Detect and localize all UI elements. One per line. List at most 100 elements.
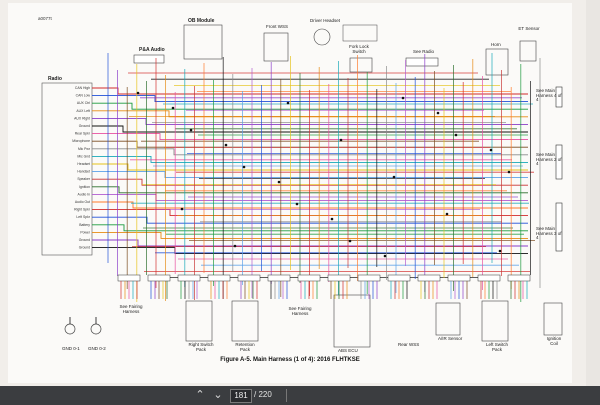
radio-pin-label: AUX Left bbox=[76, 109, 90, 113]
air-sensor-label: A/IR Sensor bbox=[438, 336, 463, 341]
prev-page-button[interactable]: ⌃ bbox=[192, 389, 208, 402]
et-sensor-label: ET Sensor bbox=[518, 26, 540, 31]
splice-dot bbox=[489, 148, 493, 152]
splice-dot bbox=[445, 212, 449, 216]
ground-symbol bbox=[64, 323, 76, 335]
chevron-down-icon: ⌄ bbox=[213, 389, 223, 401]
radio-pin-label: Speaker bbox=[77, 177, 90, 181]
splice-dot bbox=[171, 106, 175, 110]
pa-audio-label: P&A Audio bbox=[139, 47, 165, 53]
splice-dot bbox=[392, 175, 396, 179]
bottom-connector bbox=[447, 274, 471, 282]
gnd-2-label: GND 0-2 bbox=[88, 346, 106, 351]
splice-dot bbox=[277, 180, 281, 184]
rear-wss-label: Rear WSS bbox=[398, 342, 420, 347]
retention-pack-label: Retention Pack bbox=[235, 342, 255, 352]
bottom-connector bbox=[417, 274, 441, 282]
left-switch-box bbox=[481, 300, 509, 342]
splice-dot bbox=[383, 254, 387, 258]
bottom-connector bbox=[267, 274, 291, 282]
bottom-connector bbox=[327, 274, 351, 282]
air-sensor-box bbox=[435, 302, 461, 336]
splice-dot bbox=[286, 101, 290, 105]
radio-pin-label: Right Spkr bbox=[74, 208, 91, 212]
splice-dot bbox=[242, 165, 246, 169]
radio-pin-label: Audio Out bbox=[75, 200, 90, 204]
see-fairing-harness-label-2: See Fairing Harness bbox=[288, 306, 312, 316]
bottom-connector bbox=[477, 274, 501, 282]
ob-module-box bbox=[183, 24, 223, 60]
radio-pin-label: Headset bbox=[77, 162, 90, 166]
splice-dot bbox=[401, 96, 405, 100]
splice-dot bbox=[436, 111, 440, 115]
radio-pin-label: Left Spkr bbox=[76, 215, 90, 219]
bottom-connector bbox=[507, 274, 531, 282]
page-count: / 220 bbox=[254, 390, 272, 399]
pa-audio-connector bbox=[133, 54, 165, 64]
radio-pin-label: CAN Low bbox=[76, 94, 91, 98]
radio-pin-label: Power bbox=[80, 230, 90, 234]
radio-pin-label: Mic Gnd bbox=[77, 154, 90, 158]
radio-pin-label: Audio In bbox=[78, 192, 91, 196]
see-fairing-harness-label-1: See Fairing Harness bbox=[119, 304, 143, 314]
ignition-coil-box bbox=[543, 302, 563, 336]
splice-dot bbox=[189, 128, 193, 132]
bottom-connector bbox=[387, 274, 411, 282]
radio-pin-label: Mic Pwr bbox=[78, 147, 91, 151]
wiring-diagram: CAN High CAN Low AUX Ctrl AUX Left AUX Right… bbox=[41, 24, 563, 348]
splice-dot bbox=[507, 170, 511, 174]
radio-pin-label: Battery bbox=[79, 223, 90, 227]
bottom-connector bbox=[297, 274, 321, 282]
front-wss-box bbox=[263, 32, 289, 62]
bottom-connector bbox=[117, 274, 141, 282]
abs-ecu-label: ABS ECU bbox=[338, 348, 358, 353]
left-switch-pack-label: Left Switch Pack bbox=[485, 342, 508, 352]
horn-box bbox=[485, 48, 509, 76]
splice-dot bbox=[330, 217, 334, 221]
page-gutter bbox=[586, 0, 600, 386]
bottom-connector bbox=[237, 274, 261, 282]
bottom-connector bbox=[357, 274, 381, 282]
see-main-4of4-label: See Main Harness 4 of 4 bbox=[536, 88, 562, 102]
next-page-button[interactable]: ⌄ bbox=[210, 389, 226, 402]
et-sensor-box bbox=[519, 40, 537, 62]
right-switch-pack-label: Right Switch Pack bbox=[188, 342, 214, 352]
radio-pin-label: Ignition bbox=[79, 185, 90, 189]
document-id: a0077t bbox=[38, 16, 52, 21]
toolbar-divider bbox=[286, 389, 287, 402]
radio-pin-label: Ground bbox=[79, 124, 90, 128]
radio-pin-label: AUX Ctrl bbox=[77, 101, 90, 105]
fork-lock-box bbox=[349, 57, 373, 73]
radio-pin-label: Ground bbox=[79, 238, 90, 242]
bottom-connector bbox=[207, 274, 231, 282]
diagram-sheet: CAN High CAN Low AUX Ctrl AUX Left AUX Right… bbox=[8, 3, 572, 383]
bottom-connector bbox=[147, 274, 171, 282]
splice-dot bbox=[136, 91, 140, 95]
see-main-3of4-label: See Main Harness 3 of 4 bbox=[536, 226, 562, 240]
radio-pin-label: Handset bbox=[77, 170, 90, 174]
headset-pin-table bbox=[342, 24, 378, 42]
splice-dot bbox=[180, 207, 184, 211]
radio-pin-label: Ground bbox=[79, 246, 90, 250]
splice-dot bbox=[224, 143, 228, 147]
see-radio-connector bbox=[405, 57, 439, 67]
radio-pin-label: Microphone bbox=[72, 139, 90, 143]
front-wss-label: Front WSS bbox=[266, 24, 289, 29]
radio-label: Radio bbox=[48, 76, 62, 82]
see-main-2of4-label: See Main Harness 2 of 4 bbox=[536, 152, 562, 166]
bottom-connector bbox=[177, 274, 201, 282]
splice-dot bbox=[295, 202, 299, 206]
pdf-viewer-toolbar: ⌃ ⌄ 181 / 220 bbox=[0, 386, 600, 405]
driver-headset-jack bbox=[313, 28, 331, 46]
see-radio-label: See Radio bbox=[413, 49, 435, 54]
radio-pin-label: AUX Right bbox=[74, 116, 90, 120]
figure-caption: Figure A-5. Main Harness (1 of 4): 2016 … bbox=[220, 357, 360, 363]
right-switch-box bbox=[185, 300, 213, 342]
radio-pin-label: Rear Spkr bbox=[75, 132, 91, 136]
splice-dot bbox=[339, 138, 343, 142]
page-number-input[interactable]: 181 bbox=[230, 389, 252, 403]
retention-box bbox=[231, 300, 259, 342]
splice-dot bbox=[454, 133, 458, 137]
gnd-1-label: GND 0-1 bbox=[62, 346, 80, 351]
ignition-coil-label: Ignition Coil bbox=[546, 336, 562, 346]
